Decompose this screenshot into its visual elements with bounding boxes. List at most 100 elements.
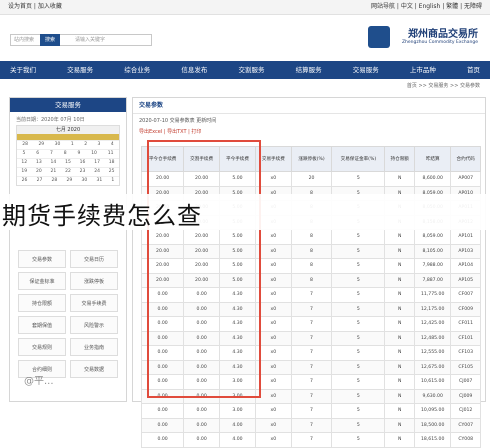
- calendar-day[interactable]: 22: [65, 168, 71, 176]
- table-cell: 7: [290, 388, 333, 404]
- sidebar-button[interactable]: 涨跌停板: [70, 272, 118, 290]
- calendar-day[interactable]: 8: [64, 150, 67, 158]
- sidebar-button[interactable]: 持仓限额: [18, 294, 66, 312]
- table-cell: 10,095.00: [413, 403, 452, 419]
- nav-item[interactable]: 信息发布: [181, 61, 207, 79]
- calendar-day[interactable]: 18: [109, 159, 115, 167]
- table-cell: N: [384, 388, 415, 404]
- table-row: 0.00 0.00 4.30 x0 7 5 N 12,555.00 CF103: [140, 345, 481, 361]
- calendar-day[interactable]: 31: [96, 177, 102, 185]
- sidebar-button[interactable]: 交易手续费: [70, 294, 118, 312]
- table-cell: x0: [254, 287, 292, 303]
- table-cell: 20: [290, 171, 333, 187]
- calendar-day[interactable]: 24: [94, 168, 100, 176]
- top-left-links[interactable]: 设为首页 | 加入收藏: [8, 0, 62, 14]
- top-right-links[interactable]: 网站导航 | 中文 | English | 繁體 | 无障碍: [371, 0, 482, 14]
- nav-item[interactable]: 交易服务: [353, 61, 379, 79]
- table-cell: 0.00: [183, 403, 221, 419]
- table-cell: 5: [331, 243, 386, 259]
- table-cell: 8: [290, 243, 333, 259]
- calendar-day[interactable]: 12: [21, 159, 27, 167]
- calendar-day[interactable]: 17: [94, 159, 100, 167]
- calendar-day[interactable]: 6: [36, 150, 39, 158]
- sidebar-button[interactable]: 业务指南: [70, 338, 118, 356]
- calendar-day[interactable]: 5: [22, 150, 25, 158]
- calendar-day[interactable]: 28: [22, 141, 28, 149]
- sidebar-title: 交易服务: [10, 98, 126, 112]
- calendar-day[interactable]: 27: [37, 177, 43, 185]
- calendar-day[interactable]: 21: [51, 168, 57, 176]
- current-date: 当前日期：2020年 07月 10日: [16, 117, 85, 123]
- table-cell: 4.30: [219, 316, 256, 332]
- sidebar-button[interactable]: 保证金标准: [18, 272, 66, 290]
- table-cell: 20.00: [183, 229, 221, 245]
- table-cell: 8: [290, 258, 333, 274]
- calendar-month[interactable]: 七月 2020: [17, 126, 119, 134]
- calendar-day[interactable]: 23: [80, 168, 86, 176]
- sidebar-button[interactable]: 交易数据: [70, 360, 118, 378]
- calendar-day[interactable]: 3: [98, 141, 101, 149]
- calendar-day[interactable]: 25: [109, 168, 115, 176]
- table-cell: CJ007: [450, 374, 481, 390]
- nav-item[interactable]: 关于我们: [10, 61, 36, 79]
- nav-item[interactable]: 上市品种: [410, 61, 436, 79]
- calendar-day[interactable]: 2: [84, 141, 87, 149]
- nav-item[interactable]: 交割服务: [239, 61, 265, 79]
- table-cell: N: [384, 272, 415, 288]
- sidebar-button[interactable]: 风险警示: [70, 316, 118, 334]
- nav-item-home[interactable]: 首页: [467, 61, 480, 79]
- nav-item[interactable]: 综合业务: [124, 61, 150, 79]
- table-cell: 7: [290, 316, 333, 332]
- table-row: 0.00 0.00 4.30 x0 7 5 N 12,175.00 CF009: [140, 301, 481, 317]
- calendar-day[interactable]: 29: [38, 141, 44, 149]
- calendar-day[interactable]: 30: [81, 177, 87, 185]
- sidebar-button[interactable]: 交易日历: [70, 250, 118, 268]
- panel-title: 交易参数: [133, 98, 485, 114]
- calendar-day[interactable]: 7: [50, 150, 53, 158]
- calendar-day[interactable]: 16: [80, 159, 86, 167]
- table-cell: N: [384, 171, 415, 187]
- table-cell: CF105: [450, 359, 481, 375]
- table-cell: 5.00: [219, 258, 256, 274]
- table-row: 0.00 0.00 4.00 x0 7 5 N 18,500.00 CY007: [140, 417, 481, 433]
- calendar-day[interactable]: 19: [21, 168, 27, 176]
- table-cell: 0.00: [183, 374, 221, 390]
- table-cell: CF011: [450, 316, 481, 332]
- table-cell: AP101: [450, 229, 481, 245]
- calendar-day[interactable]: 15: [65, 159, 71, 167]
- calendar-row: 12 13 14 15 16 17 18: [17, 158, 119, 167]
- calendar-day[interactable]: 4: [111, 141, 114, 149]
- table-cell: 0.00: [140, 330, 185, 346]
- calendar-day[interactable]: 30: [55, 141, 61, 149]
- calendar-day[interactable]: 13: [36, 159, 42, 167]
- breadcrumb-text[interactable]: 首页 >> 交易服务 >> 交易参数: [407, 80, 480, 92]
- calendar-day[interactable]: 14: [51, 159, 57, 167]
- table-cell: CF009: [450, 301, 481, 317]
- sidebar-button[interactable]: 套期保值: [18, 316, 66, 334]
- exchange-logo[interactable]: 郑州商品交易所 Zhengzhou Commodity Exchange: [358, 25, 478, 51]
- table-cell: 5: [331, 345, 386, 361]
- calendar-day[interactable]: 29: [67, 177, 73, 185]
- top-utility-bar: 设为首页 | 加入收藏 网站导航 | 中文 | English | 繁體 | 无…: [0, 0, 490, 15]
- table-cell: 9,630.00: [413, 388, 452, 404]
- calendar-day[interactable]: 1: [71, 141, 74, 149]
- table-cell: AP104: [450, 258, 481, 274]
- search-button[interactable]: 搜索: [40, 34, 60, 46]
- calendar-day[interactable]: 10: [91, 150, 97, 158]
- nav-item[interactable]: 交易服务: [67, 61, 93, 79]
- search-input[interactable]: 站内搜索 请输入关键字: [10, 34, 152, 46]
- table-cell: 5: [331, 229, 386, 245]
- calendar-day[interactable]: 9: [77, 150, 80, 158]
- nav-item[interactable]: 结算服务: [296, 61, 322, 79]
- sidebar-button[interactable]: 交易参数: [18, 250, 66, 268]
- calendar-day[interactable]: 20: [36, 168, 42, 176]
- calendar-day[interactable]: 26: [22, 177, 28, 185]
- calendar-day[interactable]: 1: [111, 177, 114, 185]
- export-toolbar[interactable]: 导出Excel | 导出TXT | 打印: [133, 127, 485, 138]
- table-cell: 4.30: [219, 359, 256, 375]
- calendar-day[interactable]: 11: [108, 150, 114, 158]
- table-cell: CJ009: [450, 388, 481, 404]
- table-cell: 5: [331, 388, 386, 404]
- sidebar-button[interactable]: 交易规则: [18, 338, 66, 356]
- calendar-day[interactable]: 28: [52, 177, 58, 185]
